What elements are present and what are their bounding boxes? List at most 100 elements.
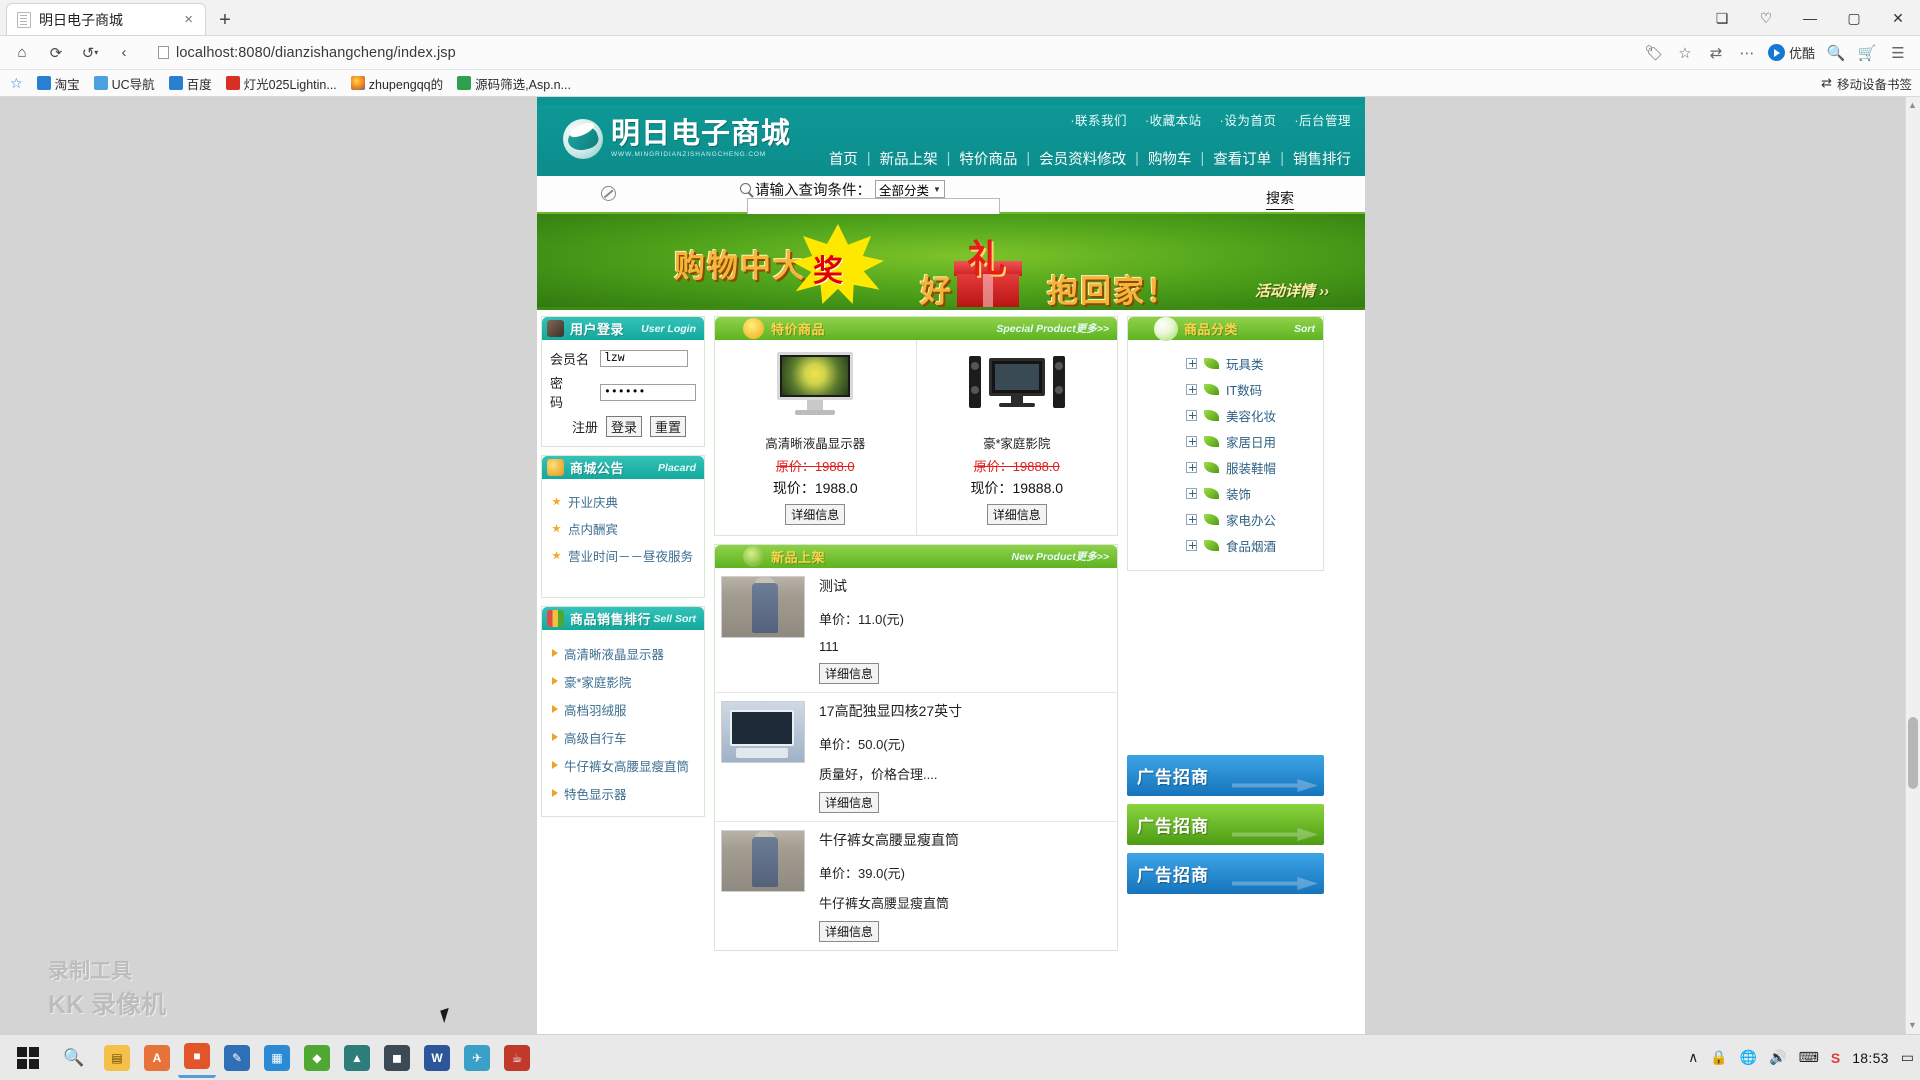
taskbar-app-dark[interactable]: ◼ xyxy=(378,1038,416,1078)
close-window-button[interactable]: ✕ xyxy=(1876,1,1920,35)
browser-menu-icon[interactable]: ☰ xyxy=(1884,40,1912,66)
special-products-more-link[interactable]: 更多>> xyxy=(1076,323,1109,335)
taskbar-app-blue-b[interactable]: ▦ xyxy=(258,1038,296,1078)
youku-extension-button[interactable]: 优酷 xyxy=(1764,43,1819,62)
login-button[interactable]: 登录 xyxy=(606,416,643,437)
nav-shopping-cart[interactable]: 购物车 xyxy=(1148,148,1192,169)
address-bar[interactable]: localhost:8080/dianzishangcheng/index.js… xyxy=(150,41,1634,65)
link-contact-us[interactable]: ·联系我们 xyxy=(1070,110,1127,129)
cart-icon[interactable]: 🛒 xyxy=(1853,40,1881,66)
list-item[interactable]: 高档羽绒服 xyxy=(550,695,696,723)
list-item[interactable]: 测试 单价：11.0(元) 111 详细信息 xyxy=(715,568,1117,693)
product-detail-button[interactable]: 详细信息 xyxy=(819,921,880,942)
nav-member-profile[interactable]: 会员资料修改 xyxy=(1039,148,1126,169)
list-item[interactable]: 高清晰液晶显示器 xyxy=(550,639,696,667)
bookmark-item[interactable]: zhupengqq的 xyxy=(345,72,449,95)
product-detail-button[interactable]: 详细信息 xyxy=(819,792,880,813)
category-item[interactable]: IT数码 xyxy=(1128,376,1317,402)
list-item[interactable]: 豪*家庭影院 xyxy=(550,667,696,695)
reset-button[interactable]: 重置 xyxy=(650,416,687,437)
bookmark-add-star-icon[interactable]: ☆ xyxy=(8,75,29,92)
security-lock-icon[interactable]: 🔒 xyxy=(1710,1049,1727,1066)
taskbar-app-blue-a[interactable]: ✎ xyxy=(218,1038,256,1078)
category-item[interactable]: 美容化妆 xyxy=(1128,402,1317,428)
keyboard-ime-icon[interactable]: ⌨ xyxy=(1799,1049,1819,1066)
product-detail-button[interactable]: 详细信息 xyxy=(785,504,846,525)
password-input[interactable] xyxy=(600,383,696,401)
link-admin-panel[interactable]: ·后台管理 xyxy=(1294,110,1351,129)
maximize-button[interactable]: ▢ xyxy=(1832,1,1876,35)
search-icon[interactable]: 🔍 xyxy=(1822,40,1850,66)
list-item[interactable]: 高级自行车 xyxy=(550,723,696,751)
list-item[interactable]: 牛仔裤女高腰显瘦直筒 xyxy=(550,751,696,779)
category-item[interactable]: 家电办公 xyxy=(1128,506,1317,532)
search-button[interactable]: 搜索 xyxy=(1266,188,1294,210)
ad-banner-2[interactable]: 广告招商 xyxy=(1127,804,1324,845)
product-card[interactable]: 高清晰液晶显示器 原价：1988.0 现价：1988.0 详细信息 xyxy=(715,340,916,535)
bookmark-star-icon[interactable]: ☆ xyxy=(1671,40,1699,66)
network-icon[interactable]: 🌐 xyxy=(1740,1049,1757,1066)
bookmark-item[interactable]: 百度 xyxy=(163,72,218,95)
username-input[interactable] xyxy=(600,350,688,367)
start-button[interactable] xyxy=(6,1038,50,1078)
new-tab-button[interactable]: + xyxy=(210,5,240,35)
taskbar-app-orange-b[interactable]: ■ xyxy=(178,1038,216,1078)
expand-plus-icon[interactable] xyxy=(1186,539,1197,551)
page-scrollbar[interactable]: ▲ ▼ xyxy=(1905,97,1920,1034)
split-screen-icon[interactable]: ❏ xyxy=(1700,1,1744,35)
mobile-bookmarks-entry[interactable]: ⇄ 移动设备书签 xyxy=(1821,74,1912,93)
list-item[interactable]: 特色显示器 xyxy=(550,779,696,807)
ad-banner-3[interactable]: 广告招商 xyxy=(1127,853,1324,894)
coupon-icon[interactable]: 🏷 xyxy=(1640,40,1668,66)
link-bookmark-site[interactable]: ·收藏本站 xyxy=(1145,110,1202,129)
list-item[interactable]: 牛仔裤女高腰显瘦直筒 单价：39.0(元) 牛仔裤女高腰显瘦直筒 详细信息 xyxy=(715,822,1117,950)
category-select[interactable]: 全部分类 ▼ xyxy=(875,180,945,198)
favorites-heart-icon[interactable]: ♡ xyxy=(1744,1,1788,35)
page-info-icon[interactable] xyxy=(158,46,169,59)
nav-view-orders[interactable]: 查看订单 xyxy=(1213,148,1271,169)
expand-plus-icon[interactable] xyxy=(1186,513,1197,525)
bookmark-item[interactable]: 灯光025Lightin... xyxy=(220,72,343,95)
list-item[interactable]: 营业时间－－昼夜服务 xyxy=(550,542,696,569)
volume-icon[interactable]: 🔊 xyxy=(1769,1049,1786,1066)
expand-plus-icon[interactable] xyxy=(1186,487,1197,499)
list-item[interactable]: 17高配独显四核27英寸 单价：50.0(元) 质量好，价格合理.... 详细信… xyxy=(715,693,1117,822)
category-item[interactable]: 玩具类 xyxy=(1128,350,1317,376)
more-options-icon[interactable]: ⋯ xyxy=(1733,40,1761,66)
nav-special-offers[interactable]: 特价商品 xyxy=(959,148,1017,169)
taskbar-clock[interactable]: 18:53 xyxy=(1852,1050,1889,1066)
category-item[interactable]: 装饰 xyxy=(1128,480,1317,506)
expand-plus-icon[interactable] xyxy=(1186,435,1197,447)
notification-center-icon[interactable]: ▭ xyxy=(1901,1049,1914,1066)
product-detail-button[interactable]: 详细信息 xyxy=(819,663,880,684)
promo-banner[interactable]: 购物中大 奖 好 礼 抱回家！ 活动详情 ›› xyxy=(537,214,1365,310)
taskbar-app-word[interactable]: W xyxy=(418,1038,456,1078)
taskbar-app-orange-a[interactable]: A xyxy=(138,1038,176,1078)
show-hidden-icons-chevron[interactable]: ∧ xyxy=(1688,1049,1698,1066)
list-item[interactable]: 点内酬宾 xyxy=(550,515,696,542)
register-link[interactable]: 注册 xyxy=(572,417,598,436)
home-icon[interactable]: ⌂ xyxy=(8,40,36,66)
browser-tab[interactable]: 明日电子商城 × xyxy=(6,3,206,35)
category-item[interactable]: 家居日用 xyxy=(1128,428,1317,454)
bookmark-item[interactable]: 源码筛选,Asp.n... xyxy=(451,72,577,95)
ad-banner-1[interactable]: 广告招商 xyxy=(1127,755,1324,796)
nav-sales-ranking[interactable]: 销售排行 xyxy=(1293,148,1351,169)
taskbar-app-green[interactable]: ◆ xyxy=(298,1038,336,1078)
scroll-up-icon[interactable]: ▲ xyxy=(1907,100,1918,111)
expand-plus-icon[interactable] xyxy=(1186,357,1197,369)
banner-detail-link[interactable]: 活动详情 ›› xyxy=(1255,280,1329,301)
scroll-down-icon[interactable]: ▼ xyxy=(1907,1020,1918,1031)
nav-new-arrivals[interactable]: 新品上架 xyxy=(880,148,938,169)
translate-icon[interactable]: ⇄ xyxy=(1702,40,1730,66)
bookmark-item[interactable]: 淘宝 xyxy=(31,72,86,95)
reload-icon[interactable]: ⟳ xyxy=(42,40,70,66)
expand-plus-icon[interactable] xyxy=(1186,383,1197,395)
category-item[interactable]: 服装鞋帽 xyxy=(1128,454,1317,480)
taskbar-app-coffee[interactable]: ☕ xyxy=(498,1038,536,1078)
taskbar-search-icon[interactable]: 🔍 xyxy=(52,1038,96,1078)
history-icon[interactable]: ↺ ▾ xyxy=(76,40,104,66)
expand-plus-icon[interactable] xyxy=(1186,409,1197,421)
sogou-ime-icon[interactable]: S xyxy=(1831,1050,1840,1066)
new-products-more-link[interactable]: 更多>> xyxy=(1076,551,1109,563)
